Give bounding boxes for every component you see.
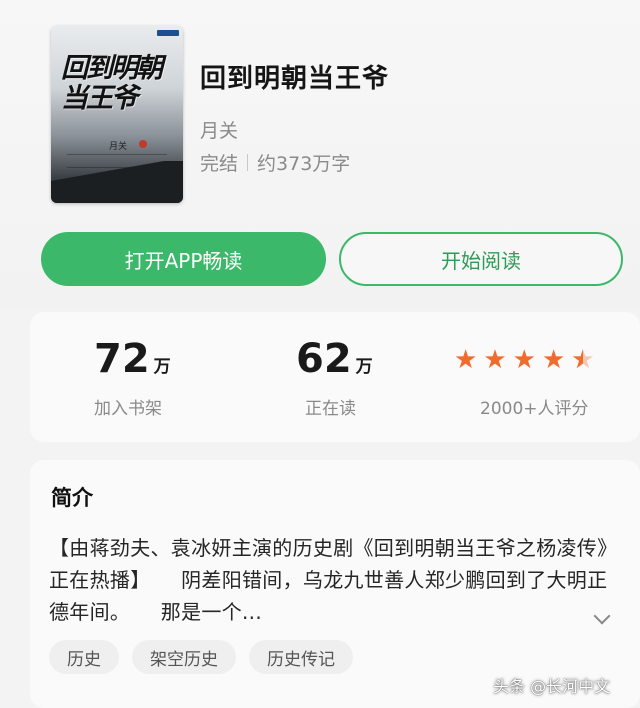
start-reading-button[interactable]: 开始阅读 xyxy=(339,232,623,286)
book-cover-image[interactable]: 回到明朝当王爷 月关 xyxy=(51,26,183,203)
star-full-icon: ★ xyxy=(483,345,507,375)
star-full-icon: ★ xyxy=(512,345,536,375)
book-status: 完结 xyxy=(200,153,239,175)
intro-card: 简介 【由蒋劲夫、袁冰妍主演的历史剧《回到明朝当王爷之杨凌传》正在热播】 阴差阳… xyxy=(30,460,640,708)
intro-heading: 简介 xyxy=(51,486,93,510)
bookshelf-unit: 万 xyxy=(153,357,171,377)
rating-label: 2000+人评分 xyxy=(480,399,589,419)
publisher-logo xyxy=(157,30,179,36)
book-word-count: 约373万字 xyxy=(257,153,351,175)
cover-roof-art xyxy=(51,161,183,203)
bookshelf-label: 加入书架 xyxy=(94,399,162,419)
watermark: 头条 @长河中文 xyxy=(493,677,611,696)
reading-count: 62 xyxy=(296,336,352,382)
bookshelf-stat: 72 万 xyxy=(94,336,171,382)
stats-card: 72万 加入书架 62万 正在读 ★ ★ ★ ★ ★ 2000+人评分 xyxy=(30,312,640,442)
rating-stars[interactable]: ★ ★ ★ ★ ★ xyxy=(454,346,595,374)
reading-label: 正在读 xyxy=(305,399,356,419)
book-meta: 完结 约373万字 xyxy=(200,149,350,176)
star-full-icon: ★ xyxy=(541,345,566,375)
tag-history[interactable]: 历史 xyxy=(49,640,119,674)
bookshelf-count: 72 xyxy=(94,336,150,382)
reading-unit: 万 xyxy=(355,357,373,377)
tag-alt-history[interactable]: 架空历史 xyxy=(132,640,236,674)
book-title: 回到明朝当王爷 xyxy=(200,64,390,94)
intro-text[interactable]: 【由蒋劲夫、袁冰妍主演的历史剧《回到明朝当王爷之杨凌传》正在热播】 阴差阳错间，… xyxy=(49,532,624,628)
meta-divider xyxy=(247,154,249,171)
cover-title-calligraphy: 回到明朝当王爷 xyxy=(61,53,163,114)
tag-history-biography[interactable]: 历史传记 xyxy=(249,640,353,674)
cover-seal-icon xyxy=(139,140,147,148)
star-full-icon: ★ xyxy=(454,345,478,375)
star-half-icon: ★ xyxy=(571,346,594,374)
book-author[interactable]: 月关 xyxy=(200,116,238,143)
cover-author: 月关 xyxy=(109,142,128,152)
reading-stat: 62 万 xyxy=(296,336,373,382)
tag-list: 历史 架空历史 历史传记 xyxy=(49,640,353,674)
open-app-button[interactable]: 打开APP畅读 xyxy=(41,232,326,286)
